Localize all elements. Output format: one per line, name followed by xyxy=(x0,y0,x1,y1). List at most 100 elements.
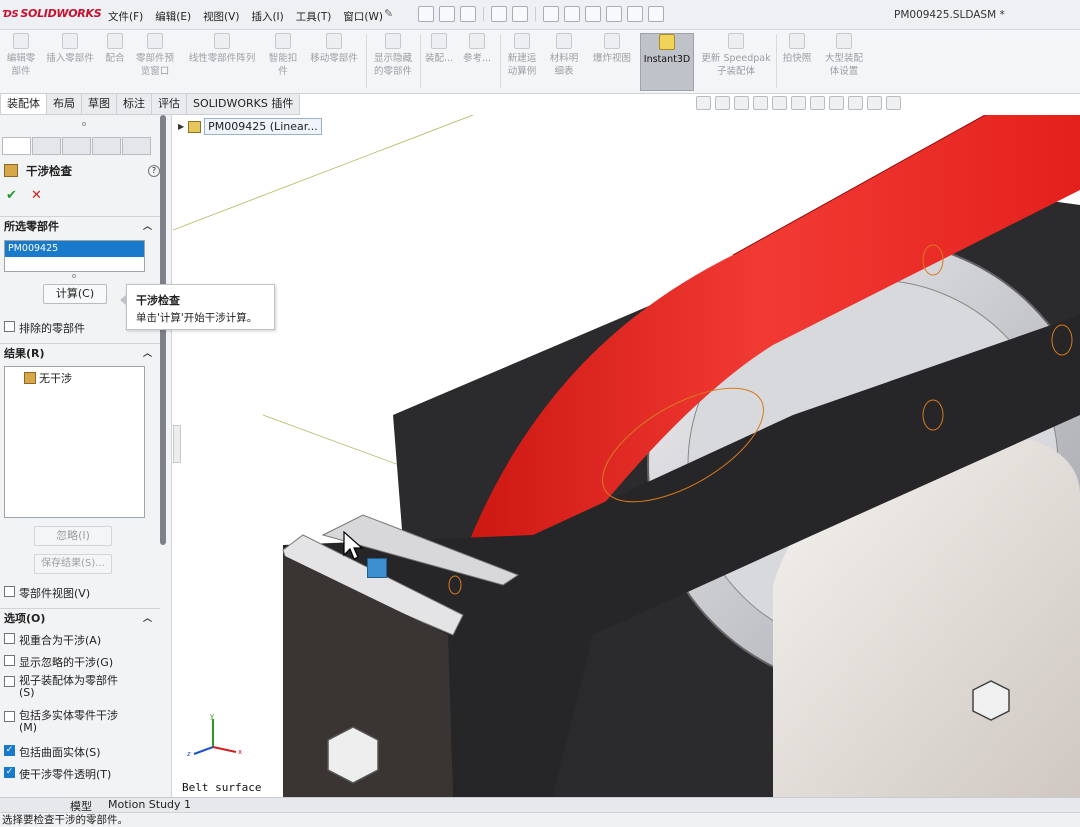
result-item[interactable]: 无干涉 xyxy=(24,370,72,386)
display-icon[interactable] xyxy=(886,96,901,110)
panel-grip[interactable] xyxy=(82,122,86,126)
panel-title: 干涉检查 xyxy=(4,163,72,179)
edit-component-button[interactable]: 编辑零 部件 xyxy=(2,33,40,91)
large-assembly-button[interactable]: 大型装配 体设置 xyxy=(820,33,868,91)
dimxpert-manager-tab[interactable] xyxy=(92,137,121,155)
collapse-icon[interactable]: ︿ xyxy=(143,217,152,237)
pin-icon[interactable]: ✎ xyxy=(384,7,393,20)
selected-components-header[interactable]: 所选零部件 ︿ xyxy=(0,216,160,238)
property-manager-tab[interactable] xyxy=(32,137,61,155)
zoom-to-fit-icon[interactable] xyxy=(696,96,711,110)
mate-button[interactable]: 配合 xyxy=(102,33,128,91)
collapse-icon[interactable]: ︿ xyxy=(143,609,152,629)
tab-markup[interactable]: 标注 xyxy=(117,93,152,115)
menu-insert[interactable]: 插入(I) xyxy=(251,9,283,24)
cancel-button[interactable]: ✕ xyxy=(31,188,42,203)
option-coincidence-checkbox[interactable]: 视重合为干涉(A) xyxy=(4,632,101,648)
linear-pattern-button[interactable]: 线性零部件阵列 xyxy=(182,33,262,91)
collapse-icon[interactable]: ︿ xyxy=(143,344,152,364)
zoom-area-icon[interactable] xyxy=(715,96,730,110)
assembly-feature-icon xyxy=(431,33,447,49)
print-icon[interactable] xyxy=(512,6,528,22)
display-manager-tab[interactable] xyxy=(122,137,151,155)
component-view-checkbox[interactable]: 零部件视图(V) xyxy=(4,585,90,601)
ignore-button[interactable]: 忽略(I) xyxy=(34,526,112,546)
mouse-cursor-icon xyxy=(343,531,364,560)
svg-text:z: z xyxy=(187,750,191,758)
file-properties-icon[interactable] xyxy=(627,6,643,22)
home-icon[interactable] xyxy=(418,6,434,22)
feature-manager-tab[interactable] xyxy=(2,137,31,155)
snapshot-button[interactable]: 拍快照 xyxy=(778,33,816,91)
main-menu: 文件(F) 编辑(E) 视图(V) 插入(I) 工具(T) 窗口(W) xyxy=(108,9,383,24)
exploded-view-button[interactable]: 爆炸视图 xyxy=(588,33,636,91)
instant3d-button[interactable]: Instant3D xyxy=(640,33,694,91)
view-settings-icon[interactable] xyxy=(867,96,882,110)
calculate-button[interactable]: 计算(C) xyxy=(43,284,107,304)
save-results-button[interactable]: 保存结果(S)... xyxy=(34,554,112,574)
expand-arrow-icon[interactable]: ▶ xyxy=(178,122,184,131)
insert-component-button[interactable]: 插入零部件 xyxy=(42,33,98,91)
rebuild-icon[interactable] xyxy=(606,6,622,22)
menu-edit[interactable]: 编辑(E) xyxy=(155,9,191,24)
selection-handle[interactable] xyxy=(367,558,387,578)
view-orientation-icon[interactable] xyxy=(772,96,787,110)
graphics-area[interactable] xyxy=(173,115,1080,797)
speedpak-button[interactable]: 更新 Speedpak 子装配体 xyxy=(698,33,774,91)
option-show-ignored-checkbox[interactable]: 显示忽略的干涉(G) xyxy=(4,654,113,670)
new-document-icon[interactable] xyxy=(439,6,455,22)
tab-assembly[interactable]: 装配体 xyxy=(0,93,47,115)
configuration-manager-tab[interactable] xyxy=(62,137,91,155)
selected-item[interactable]: PM009425 xyxy=(5,241,144,257)
results-list[interactable]: 无干涉 xyxy=(4,366,145,518)
menu-file[interactable]: 文件(F) xyxy=(108,9,143,24)
panel-scrollbar[interactable] xyxy=(160,115,166,545)
menu-tools[interactable]: 工具(T) xyxy=(296,9,332,24)
open-icon[interactable] xyxy=(460,6,476,22)
tab-motion-study[interactable]: Motion Study 1 xyxy=(108,798,191,811)
assembly-feature-button[interactable]: 装配... xyxy=(422,33,456,91)
options-header[interactable]: 选项(O) ︿ xyxy=(0,608,160,630)
menu-view[interactable]: 视图(V) xyxy=(203,9,239,24)
redo-icon[interactable] xyxy=(564,6,580,22)
select-icon[interactable] xyxy=(585,6,601,22)
save-icon[interactable] xyxy=(491,6,507,22)
option-transparent-checkbox[interactable]: ✓ 使干涉零件透明(T) xyxy=(4,766,111,782)
tab-evaluate[interactable]: 评估 xyxy=(152,93,187,115)
panel-splitter[interactable] xyxy=(173,425,181,463)
selected-components-list[interactable]: PM009425 xyxy=(4,240,145,272)
undo-icon[interactable] xyxy=(543,6,559,22)
tree-root-label[interactable]: PM009425 (Linear... xyxy=(204,118,322,135)
results-header[interactable]: 结果(R) ︿ xyxy=(0,343,160,365)
component-preview-button[interactable]: 零部件预 览窗口 xyxy=(132,33,178,91)
previous-view-icon[interactable] xyxy=(734,96,749,110)
hide-show-icon[interactable] xyxy=(810,96,825,110)
section-view-icon[interactable] xyxy=(753,96,768,110)
smart-fastener-button[interactable]: 智能扣 件 xyxy=(264,33,302,91)
calculate-tooltip: 干涉检查 单击'计算'开始干涉计算。 xyxy=(120,284,275,330)
help-icon[interactable]: ? xyxy=(148,165,160,177)
list-resize-grip[interactable] xyxy=(72,274,76,278)
menu-window[interactable]: 窗口(W) xyxy=(343,9,383,24)
option-subassembly-checkbox[interactable]: 视子装配体为零部件 (S) xyxy=(4,675,118,699)
options-gear-icon[interactable] xyxy=(648,6,664,22)
excluded-components-checkbox[interactable]: 排除的零部件 xyxy=(4,320,85,336)
edit-appearance-icon[interactable] xyxy=(829,96,844,110)
reference-geometry-button[interactable]: 参考... xyxy=(460,33,494,91)
solidworks-logo[interactable]: ƊS SOLIDWORKS xyxy=(3,7,102,20)
show-hidden-button[interactable]: 显示隐藏 的零部件 xyxy=(368,33,418,91)
tab-addins[interactable]: SOLIDWORKS 插件 xyxy=(187,93,301,115)
ok-button[interactable]: ✔ xyxy=(6,188,17,203)
speedpak-icon xyxy=(728,33,744,49)
feature-tree-flyout[interactable]: ▶ PM009425 (Linear... xyxy=(178,118,322,135)
move-component-button[interactable]: 移动零部件 xyxy=(304,33,364,91)
tab-layout[interactable]: 布局 xyxy=(47,93,82,115)
new-motion-study-button[interactable]: 新建运 动算例 xyxy=(502,33,542,91)
option-multibody-checkbox[interactable]: 包括多实体零件干涉 (M) xyxy=(4,710,118,734)
apply-scene-icon[interactable] xyxy=(848,96,863,110)
display-style-icon[interactable] xyxy=(791,96,806,110)
bom-button[interactable]: 材料明 细表 xyxy=(546,33,582,91)
property-manager: 干涉检查 ? ✔ ✕ 所选零部件 ︿ PM009425 计算(C) 排除的零部件 … xyxy=(0,115,172,797)
tab-sketch[interactable]: 草图 xyxy=(82,93,117,115)
option-surface-bodies-checkbox[interactable]: ✓ 包括曲面实体(S) xyxy=(4,744,101,760)
